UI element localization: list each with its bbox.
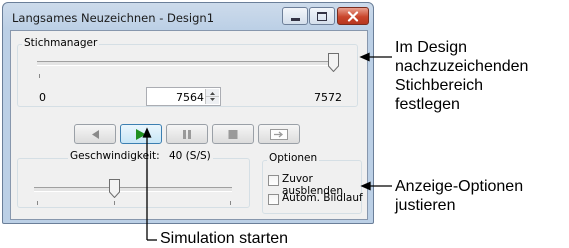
range-callout-line4: festlegen [395,96,460,113]
range-callout-line2: nachzuzeichenden [395,58,529,75]
range-callout-arrowhead [359,52,370,62]
range-callout-line3: Stichbereich [395,77,484,94]
display-callout-line1: Anzeige-Optionen [395,178,524,195]
display-callout-arrowhead [360,181,371,191]
simulation-callout-arrowhead [142,127,152,138]
display-callout-text: Anzeige-Optionen justieren [395,177,523,215]
simulation-callout-text: Simulation starten [160,230,289,247]
range-callout-line1: Im Design [395,39,468,56]
range-callout-text: Im Design nachzuzeichenden Stichbereich … [395,38,528,114]
display-callout-line2: justieren [395,197,456,214]
